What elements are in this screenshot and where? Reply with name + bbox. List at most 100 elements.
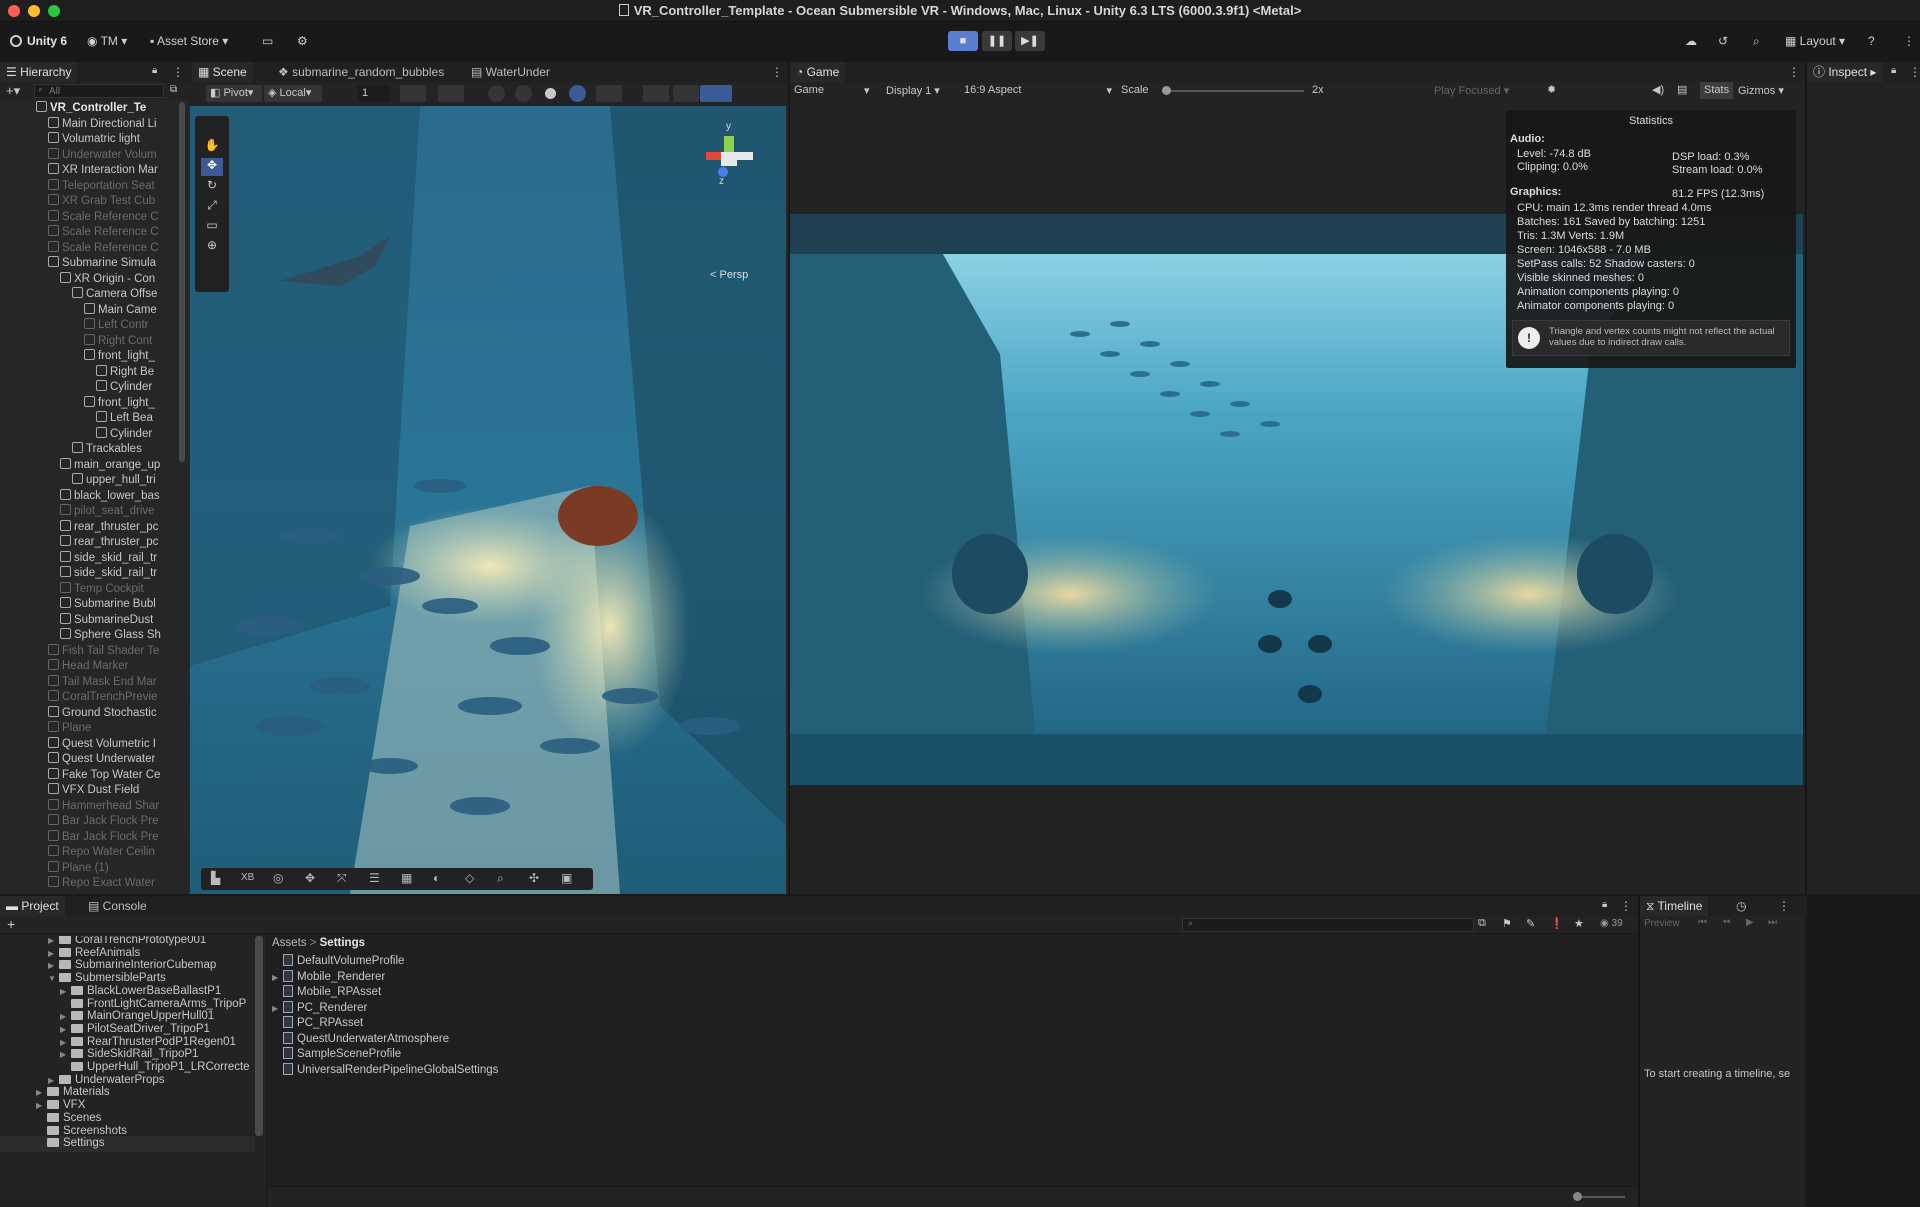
play-button[interactable]: ■: [948, 31, 978, 51]
hierarchy-item[interactable]: rear_thruster_pc: [60, 519, 158, 536]
goto-start-icon[interactable]: ⏮: [1698, 917, 1707, 928]
scale-slider-handle[interactable]: [1162, 86, 1171, 95]
pivot-dropdown[interactable]: ◧ Pivot▾: [206, 85, 262, 102]
breadcrumb-settings[interactable]: Settings: [320, 937, 365, 949]
gizmo-x-axis[interactable]: [706, 152, 722, 160]
hierarchy-item[interactable]: Hammerhead Shar: [48, 798, 159, 815]
hidden-count[interactable]: ◉ 39: [1600, 918, 1623, 929]
hierarchy-item[interactable]: ▼main_orange_up: [60, 457, 160, 474]
hierarchy-item[interactable]: ▶Sphere Glass Sh: [60, 628, 161, 644]
warning-filter-icon[interactable]: ❗: [1550, 917, 1564, 930]
icon-size-handle[interactable]: [1573, 1192, 1582, 1201]
lock-icon[interactable]: 🔒︎: [1602, 899, 1607, 910]
stats-button[interactable]: Stats: [1700, 82, 1734, 99]
rotate-tool-icon[interactable]: ↻: [201, 178, 223, 196]
hierarchy-item[interactable]: ▼Camera Offse: [72, 287, 157, 303]
hierarchy-item[interactable]: Repo Exact Water: [48, 876, 155, 892]
hierarchy-item[interactable]: Right Be: [96, 364, 154, 381]
scene-viewport[interactable]: [190, 106, 786, 894]
more-icon[interactable]: ⋮: [771, 65, 783, 79]
hand-tool-icon[interactable]: ✋: [201, 138, 223, 156]
cloud-services-icon[interactable]: ⚙: [297, 34, 308, 48]
hierarchy-item[interactable]: Plane: [48, 721, 91, 737]
overlay-icon-11[interactable]: ✣: [529, 871, 539, 885]
tab-hierarchy[interactable]: ☰ Hierarchy: [0, 62, 78, 82]
more-icon[interactable]: ⋮: [1909, 65, 1920, 79]
hierarchy-item[interactable]: ▶Right Cont: [84, 333, 152, 350]
more-icon[interactable]: ⋮: [1903, 34, 1915, 48]
shortcuts-icon[interactable]: ▤: [1677, 83, 1687, 96]
more-icon[interactable]: ⋮: [1788, 65, 1800, 79]
icon-size-slider[interactable]: [1573, 1192, 1625, 1201]
lock-icon[interactable]: 🔒︎: [1891, 65, 1896, 76]
hierarchy-item[interactable]: upper_hull_tri: [72, 473, 156, 489]
overlay-icon-5[interactable]: ⤧: [337, 871, 347, 886]
snap-increment-field[interactable]: 1: [358, 85, 390, 102]
scale-slider[interactable]: [1162, 86, 1304, 95]
draw-mode-icon[interactable]: [488, 85, 505, 102]
expand-arrow-icon[interactable]: ▶: [272, 1001, 283, 1017]
hierarchy-item[interactable]: ▶Quest Underwater: [48, 752, 155, 768]
add-button[interactable]: +▾: [6, 83, 20, 99]
history-icon[interactable]: ↺: [1718, 34, 1728, 48]
hierarchy-item[interactable]: VFX Dust Field: [48, 783, 139, 799]
project-tree-scrollbar[interactable]: [255, 936, 263, 1136]
hierarchy-item[interactable]: Cylinder: [96, 426, 152, 443]
expand-arrow-icon[interactable]: ▶: [272, 970, 283, 986]
filter-icon[interactable]: ⧉: [170, 84, 177, 95]
hierarchy-item[interactable]: ▶Bar Jack Flock Pre: [48, 814, 159, 830]
gizmo-neg-x-axis[interactable]: [737, 152, 753, 160]
hierarchy-item[interactable]: ▶CoralTrenchPrevie: [48, 690, 157, 706]
overlay-icon-9[interactable]: ◇: [465, 871, 474, 885]
game-mode-dropdown[interactable]: Game ▾: [794, 84, 870, 97]
hierarchy-item[interactable]: Trackables: [72, 442, 142, 458]
hierarchy-item[interactable]: ▼XR Origin - Con: [60, 271, 155, 288]
hierarchy-item[interactable]: ▼front_light_: [84, 349, 155, 365]
hierarchy-item[interactable]: XR Grab Test Cub: [48, 194, 155, 210]
package-icon[interactable]: ▭: [262, 34, 273, 48]
tab-project[interactable]: ▬ Project: [0, 896, 65, 916]
tab-inspector[interactable]: ⓘ Inspect ▸: [1807, 62, 1883, 82]
hierarchy-item[interactable]: Cylinder: [96, 380, 152, 396]
tab-waterunder[interactable]: ▤ WaterUnder: [465, 62, 556, 82]
hierarchy-item[interactable]: ▶Bar Jack Flock Pre: [48, 829, 159, 846]
xr-icon[interactable]: XB: [241, 872, 254, 883]
overlay-icon-12[interactable]: ▣: [561, 871, 572, 885]
hierarchy-item[interactable]: side_skid_rail_tr: [60, 566, 157, 582]
hierarchy-item[interactable]: Quest Volumetric I: [48, 736, 156, 753]
help-icon[interactable]: ?: [1868, 34, 1875, 48]
hierarchy-item[interactable]: pilot_seat_drive: [60, 504, 155, 520]
unity-account-button[interactable]: Unity 6: [10, 34, 67, 48]
search-by-type-icon[interactable]: ⧉: [1478, 917, 1486, 930]
move-tool-icon[interactable]: ✥: [201, 158, 223, 176]
tab-timeline[interactable]: ⧖ Timeline: [1640, 896, 1709, 916]
zoom-icon[interactable]: ⌕: [497, 871, 504, 886]
hierarchy-item[interactable]: Underwater Volum: [48, 147, 157, 164]
hierarchy-item[interactable]: Main Directional Li: [48, 116, 157, 133]
overlay-icon-3[interactable]: ◎: [273, 871, 283, 885]
hierarchy-item[interactable]: Scale Reference C: [48, 225, 159, 241]
transform-tool-icon[interactable]: ⊕: [201, 238, 223, 256]
overlay-icon-1[interactable]: ▙: [211, 871, 220, 885]
cloud-icon[interactable]: ☁: [1685, 34, 1697, 48]
asset-item[interactable]: UniversalRenderPipelineGlobalSettings: [272, 1062, 498, 1079]
overlay-icon-8[interactable]: ◐: [433, 871, 440, 885]
add-asset-button[interactable]: +: [7, 916, 15, 932]
frame-debugger-icon[interactable]: ✹: [1547, 83, 1556, 96]
scene-visibility-icon[interactable]: [643, 85, 669, 102]
project-folder-item[interactable]: Settings: [0, 1136, 255, 1152]
gizmos-icon[interactable]: [700, 85, 732, 102]
gizmo-y-axis[interactable]: [724, 136, 734, 152]
hierarchy-item[interactable]: Left Bea: [96, 411, 153, 427]
search-by-label-icon[interactable]: ⚑: [1502, 917, 1512, 930]
search-by-tag-icon[interactable]: ✎: [1526, 917, 1535, 930]
gizmo-center[interactable]: [721, 152, 737, 166]
local-dropdown[interactable]: ◈ Local▾: [264, 85, 322, 102]
favorite-icon[interactable]: ★: [1574, 917, 1584, 930]
camera-icon[interactable]: [673, 85, 699, 102]
prev-frame-icon[interactable]: ⏪︎: [1722, 917, 1730, 928]
tab-game[interactable]: ◔ Game: [790, 62, 846, 82]
hierarchy-item[interactable]: ▶Temp Cockpit: [60, 581, 144, 598]
gizmos-dropdown[interactable]: Gizmos ▾: [1738, 84, 1784, 97]
hierarchy-item[interactable]: Submarine Bubl: [60, 597, 156, 613]
